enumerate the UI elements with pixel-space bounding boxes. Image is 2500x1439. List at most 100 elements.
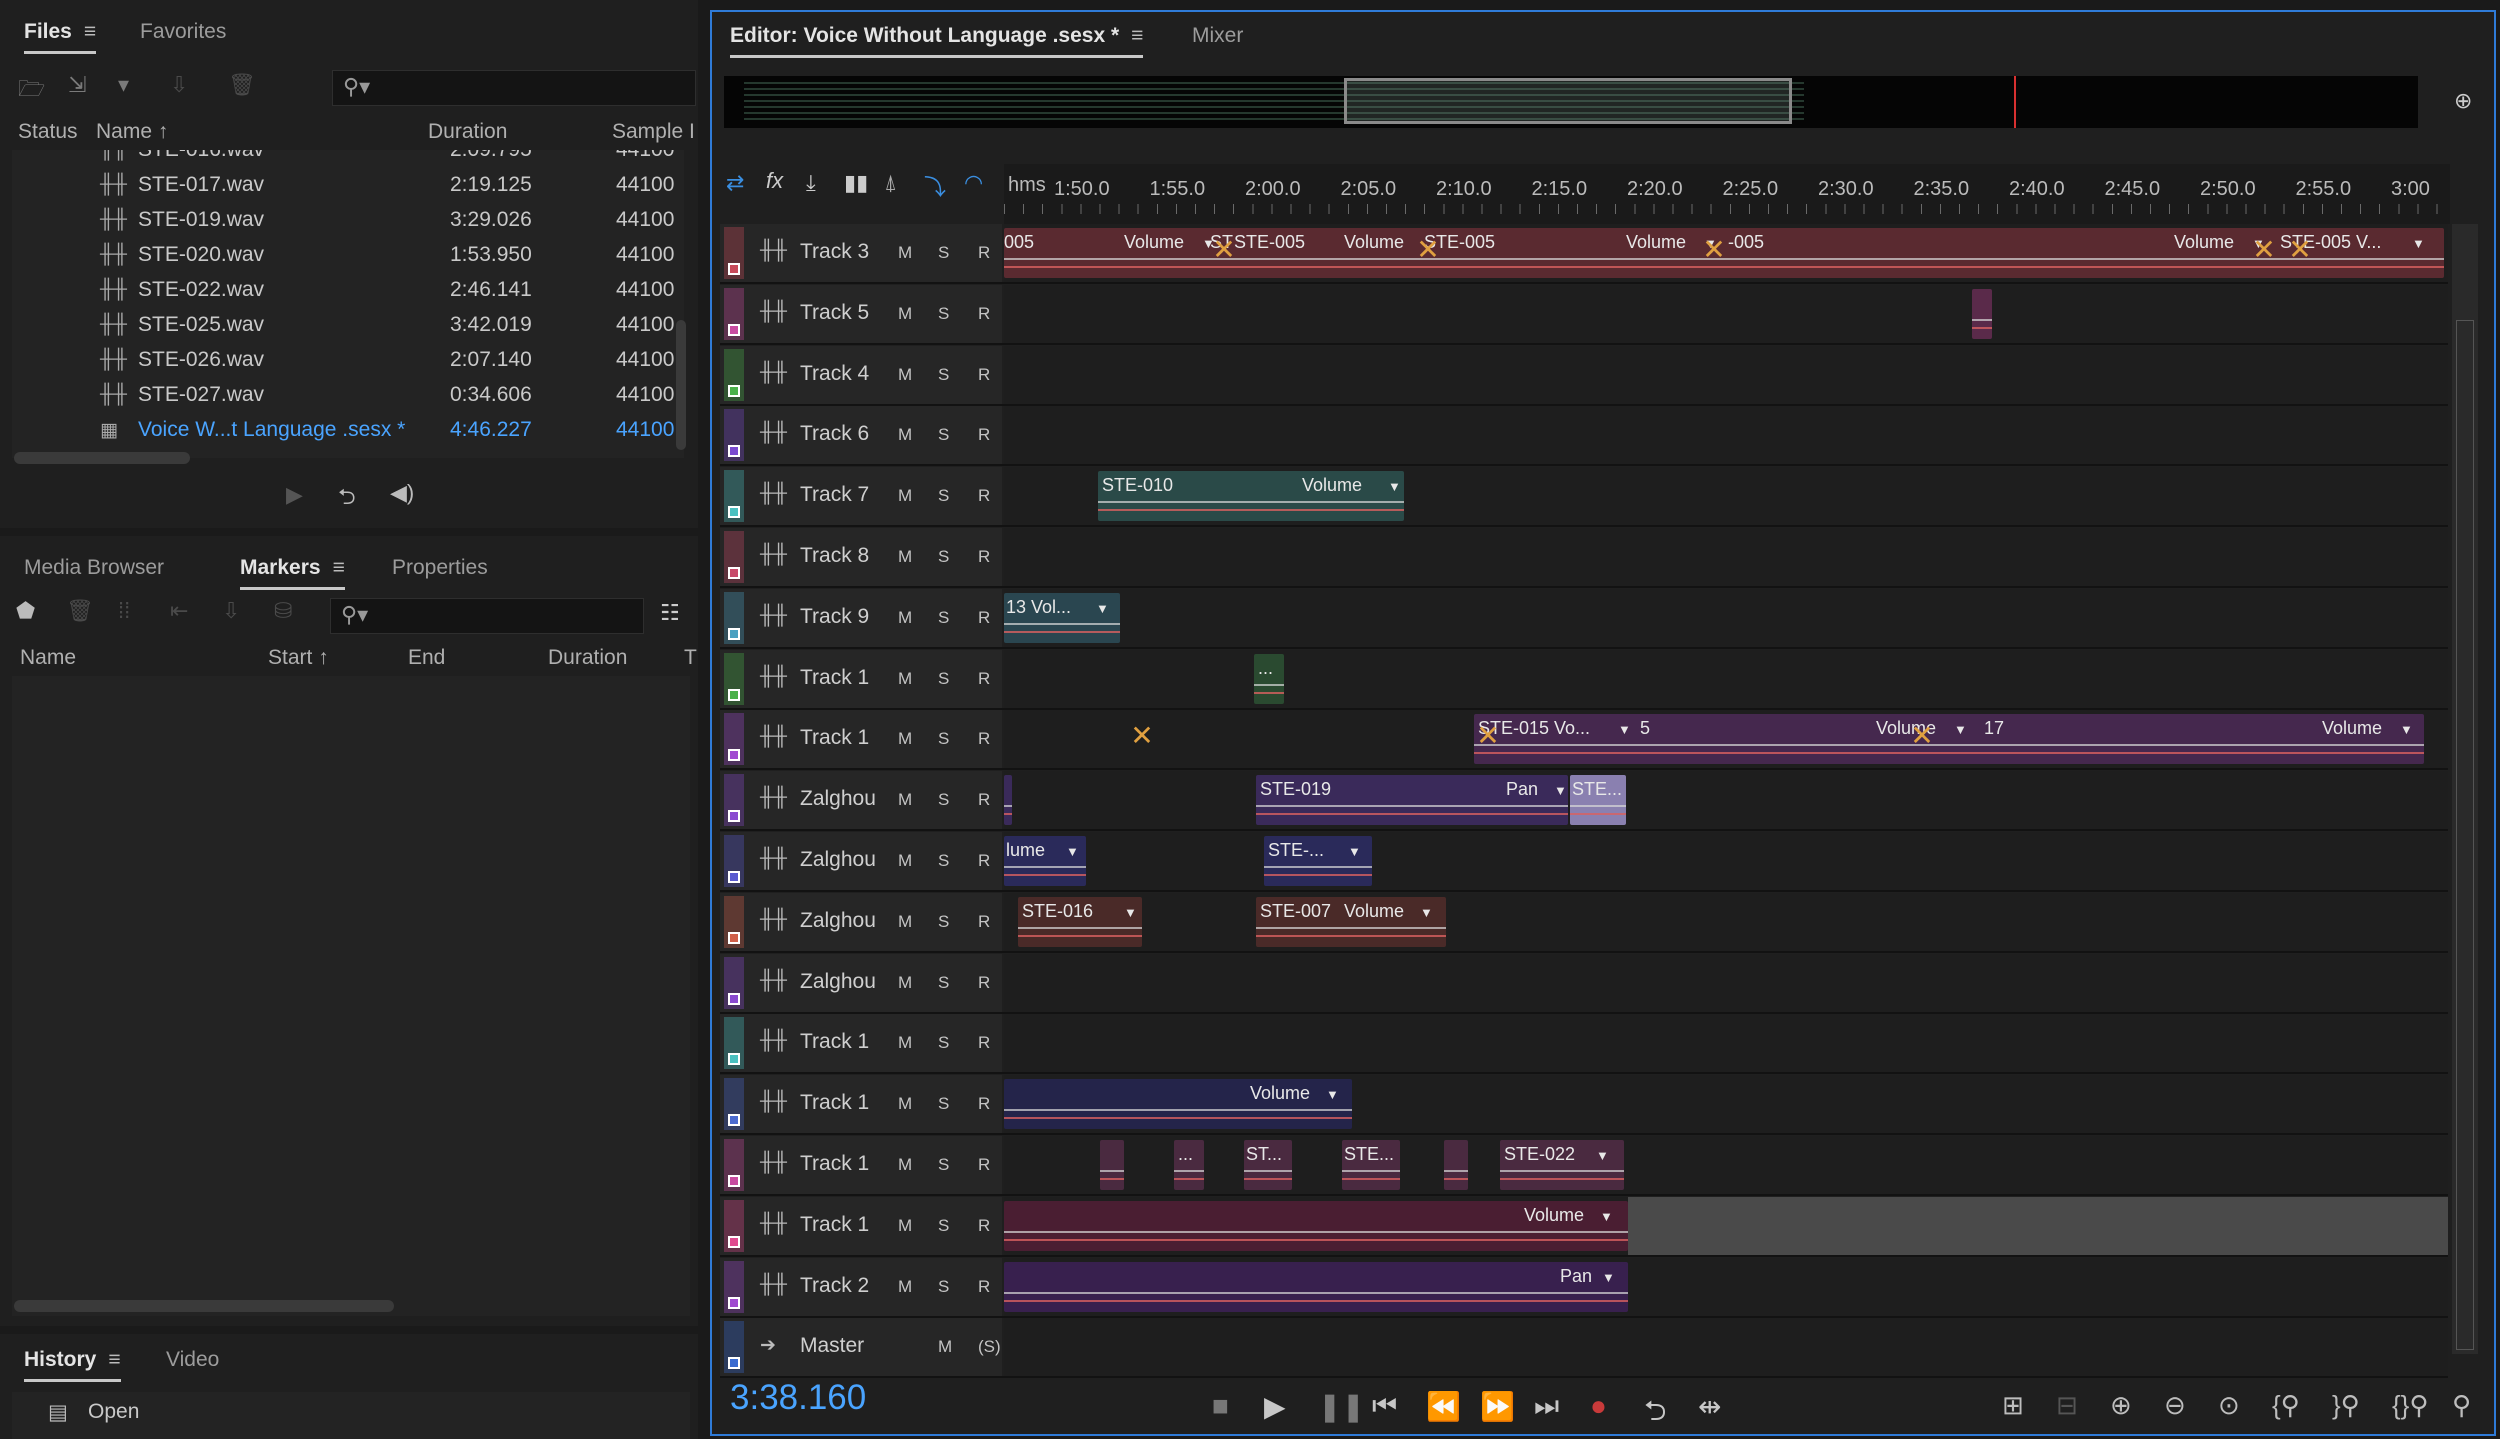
track-name[interactable]: Track 3 — [800, 240, 869, 264]
solo-button[interactable]: S — [938, 365, 949, 385]
list-item[interactable]: ╫╫ STE-019.wav 3:29.026 44100 — [12, 202, 684, 237]
rewind-icon[interactable]: ⏪ — [1426, 1390, 1461, 1423]
tab-markers[interactable]: Markers ≡ — [240, 556, 345, 590]
pan-envelope[interactable] — [1264, 874, 1372, 876]
track-color-strip[interactable] — [724, 409, 744, 462]
track-color-strip[interactable] — [724, 348, 744, 401]
track-lane[interactable]: Volume ▼ — [1004, 1075, 2448, 1134]
record-arm-button[interactable]: R — [978, 1216, 990, 1236]
track-header[interactable]: ╫╫ Track 1 M S R — [720, 710, 1002, 769]
track-header[interactable]: ╫╫ Track 1 M S R — [720, 649, 1002, 708]
mute-button[interactable]: M — [898, 729, 912, 749]
track-name[interactable]: Track 2 — [800, 1274, 869, 1298]
track-name[interactable]: Track 9 — [800, 605, 869, 629]
track-row[interactable]: ╫╫ Track 9 M S R 13 Vol... ▼ — [720, 588, 2448, 649]
track-header[interactable]: ╫╫ Track 4 M S R — [720, 345, 1002, 404]
chevron-down-icon[interactable]: ▼ — [1096, 601, 1109, 616]
tab-history[interactable]: History ≡ — [24, 1348, 121, 1382]
track-lane[interactable]: Pan ▼ — [1004, 1257, 2448, 1316]
audio-clip[interactable]: STE-... ▼ — [1264, 836, 1372, 886]
record-arm-button[interactable]: R — [978, 547, 990, 567]
track-name[interactable]: Zalghou — [800, 909, 876, 933]
solo-button[interactable]: S — [938, 912, 949, 932]
volume-envelope[interactable] — [1098, 501, 1404, 504]
solo-button[interactable]: S — [938, 729, 949, 749]
track-header[interactable]: ╫╫ Zalghou M S R — [720, 832, 1002, 890]
play-preview-icon[interactable]: ▶ — [286, 482, 303, 508]
track-color-strip[interactable] — [724, 835, 744, 887]
tab-video[interactable]: Video — [166, 1348, 219, 1372]
volume-envelope[interactable] — [1018, 926, 1142, 929]
audio-clip[interactable]: Volume ▼ — [1004, 1200, 1628, 1251]
audio-clip[interactable]: Volume ▼ — [1004, 1079, 1352, 1130]
track-lane[interactable] — [1004, 1318, 2448, 1377]
loop-preview-icon[interactable]: ⮌ — [338, 480, 356, 518]
tab-mixer[interactable]: Mixer — [1192, 24, 1243, 48]
crossfade-icon[interactable]: ✕ — [2280, 230, 2320, 274]
pan-envelope[interactable] — [1004, 1117, 1352, 1120]
track-header[interactable]: ╫╫ Track 6 M S R — [720, 406, 1002, 465]
track-lane[interactable] — [1004, 528, 2448, 586]
tab-favorites[interactable]: Favorites — [140, 20, 226, 44]
crossfade-icon[interactable]: ✕ — [1204, 230, 1244, 274]
col-name[interactable]: Name ↑ — [96, 120, 168, 144]
record-arm-button[interactable]: R — [978, 1033, 990, 1053]
mute-button[interactable]: M — [898, 486, 912, 506]
list-item[interactable]: ╫╫ STE-020.wav 1:53.950 44100 — [12, 237, 684, 272]
audio-clip[interactable] — [1100, 1140, 1124, 1190]
mute-button[interactable]: M — [898, 547, 912, 567]
track-row[interactable]: ╫╫ Zalghou M S R STE-019 Pan ▼ STE... — [720, 771, 2448, 832]
pan-envelope[interactable] — [1004, 630, 1120, 633]
track-lane[interactable]: Volume ▼ — [1004, 1196, 2448, 1255]
track-row[interactable]: ╫╫ Track 1 M S R... ST... STE... STE-022 ▼ — [720, 1136, 2448, 1196]
mute-button[interactable]: M — [898, 973, 912, 993]
loop-playback-icon[interactable]: ⮌ — [1644, 1390, 1666, 1434]
chevron-down-icon[interactable]: ▼ — [1124, 905, 1137, 920]
track-name[interactable]: Zalghou — [800, 970, 876, 994]
track-row[interactable]: ╫╫ Track 3 M S R 005 Volume ▼ ST STE-005 Volume STE… — [720, 224, 2448, 284]
tracks-vertical-scrollbar[interactable] — [2452, 224, 2478, 1354]
track-header[interactable]: ╫╫ Track 2 M S R — [720, 1257, 1002, 1316]
volume-envelope[interactable] — [1972, 318, 1992, 321]
track-color-strip[interactable] — [724, 1017, 744, 1070]
audio-clip[interactable]: ... — [1174, 1140, 1204, 1190]
track-name[interactable]: Track 1 — [800, 1091, 869, 1115]
volume-envelope[interactable] — [1256, 805, 1568, 808]
automation-icon[interactable]: ⤵ — [924, 170, 946, 202]
zoom-in-amplitude-icon[interactable]: ⊞ — [2002, 1390, 2024, 1421]
go-to-start-icon[interactable]: ⏮ — [1372, 1390, 1397, 1423]
merge-markers-icon[interactable]: ⁞⁞ — [118, 598, 130, 624]
track-name[interactable]: Track 4 — [800, 362, 869, 386]
track-lane[interactable] — [1004, 345, 2448, 404]
track-name[interactable]: Track 1 — [800, 1152, 869, 1176]
track-row[interactable]: ╫╫ Zalghou M S Rlume ▼ STE-... ▼ — [720, 832, 2448, 892]
list-item[interactable]: ╫╫ STE-017.wav 2:19.125 44100 — [12, 167, 684, 202]
zoom-out-full-icon[interactable]: ⊙ — [2218, 1390, 2240, 1421]
col-name[interactable]: Name — [20, 646, 76, 670]
track-row[interactable]: ╫╫ Track 1 M S R... — [720, 649, 2448, 710]
track-header[interactable]: ╫╫ Zalghou M S R — [720, 771, 1002, 830]
track-lane[interactable]: STE-016 ▼ STE-007 Volume ▼ — [1004, 892, 2448, 951]
add-marker-icon[interactable]: ⬟ — [16, 598, 35, 624]
record-icon[interactable]: ● — [1590, 1390, 1607, 1422]
record-arm-button[interactable]: R — [978, 608, 990, 628]
mute-button[interactable]: M — [898, 1155, 912, 1175]
crossfade-icon[interactable]: ✕ — [1408, 230, 1448, 274]
volume-envelope[interactable] — [1004, 805, 1012, 808]
chevron-down-icon[interactable]: ▼ — [1600, 1209, 1613, 1224]
tab-editor[interactable]: Editor: Voice Without Language .sesx * ≡ — [730, 24, 1144, 58]
col-end[interactable]: End — [408, 646, 445, 670]
fast-forward-icon[interactable]: ⏩ — [1480, 1390, 1515, 1423]
panel-menu-icon[interactable]: ≡ — [1131, 24, 1143, 48]
import-file-icon[interactable]: ⇲ — [68, 72, 86, 98]
pause-icon[interactable]: ❚❚ — [1318, 1390, 1365, 1423]
solo-button[interactable]: S — [938, 1155, 949, 1175]
record-arm-button[interactable]: R — [978, 669, 990, 689]
zoom-in-time-icon[interactable]: ⊕ — [2110, 1390, 2132, 1421]
chevron-down-icon[interactable]: ▼ — [1554, 783, 1567, 798]
files-vertical-scrollbar[interactable] — [676, 320, 686, 450]
pan-envelope[interactable] — [1004, 1299, 1628, 1302]
audio-clip[interactable] — [1444, 1140, 1468, 1190]
solo-button[interactable]: S — [938, 669, 949, 689]
pan-envelope[interactable] — [1018, 934, 1142, 937]
